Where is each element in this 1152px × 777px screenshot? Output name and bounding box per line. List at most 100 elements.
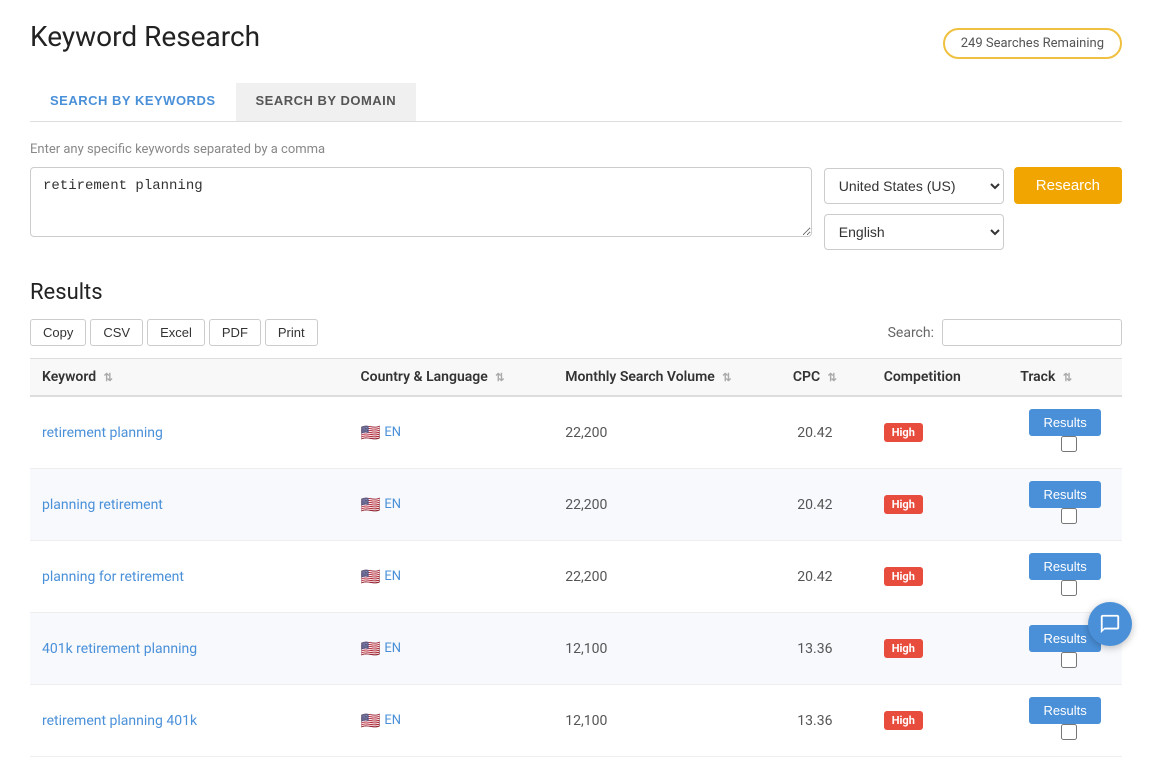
keyword-link[interactable]: retirement planning 401k [42, 713, 197, 729]
keyword-input[interactable]: retirement planning [30, 167, 812, 237]
cell-country: 🇺🇸 EN [349, 396, 554, 469]
tab-search-by-keywords[interactable]: SEARCH BY KEYWORDS [30, 83, 236, 121]
table-row: 401k retirement planning 🇺🇸 EN 12,100 13… [30, 613, 1122, 685]
col-header-track: Track ⇅ [1008, 359, 1122, 397]
cell-country: 🇺🇸 EN [349, 541, 554, 613]
flag-language: 🇺🇸 EN [361, 639, 402, 658]
tab-search-by-domain[interactable]: SEARCH BY DOMAIN [236, 83, 417, 121]
copy-button[interactable]: Copy [30, 319, 86, 346]
track-checkbox[interactable] [1061, 580, 1077, 596]
table-row: retirement planning 401k 🇺🇸 EN 12,100 13… [30, 685, 1122, 757]
cell-volume: 22,200 [553, 541, 758, 613]
table-toolbar: Copy CSV Excel PDF Print Search: [30, 319, 1122, 346]
keyword-link[interactable]: planning for retirement [42, 569, 184, 585]
cell-keyword: planning for retirement [30, 541, 349, 613]
flag-language: 🇺🇸 EN [361, 423, 402, 442]
cell-cpc: 13.36 [758, 613, 872, 685]
country-select[interactable]: United States (US) United Kingdom (GB) C… [824, 168, 1004, 204]
cell-competition: High [872, 685, 1009, 757]
track-checkbox[interactable] [1061, 724, 1077, 740]
col-header-competition: Competition [872, 359, 1009, 397]
results-button[interactable]: Results [1029, 409, 1100, 436]
sort-keyword-icon[interactable]: ⇅ [104, 371, 113, 384]
col-header-country: Country & Language ⇅ [349, 359, 554, 397]
searches-remaining-badge: 249 Searches Remaining [943, 28, 1122, 59]
cell-volume: 22,200 [553, 469, 758, 541]
col-header-keyword: Keyword ⇅ [30, 359, 349, 397]
table-search-label: Search: [888, 325, 934, 341]
flag-emoji: 🇺🇸 [361, 567, 381, 586]
flag-emoji: 🇺🇸 [361, 711, 381, 730]
language-code: EN [384, 425, 401, 440]
top-controls-row: United States (US) United Kingdom (GB) C… [824, 167, 1122, 204]
flag-language: 🇺🇸 EN [361, 711, 402, 730]
track-checkbox[interactable] [1061, 436, 1077, 452]
competition-badge: High [884, 423, 923, 442]
chat-widget[interactable] [1088, 602, 1132, 646]
print-button[interactable]: Print [265, 319, 318, 346]
cell-country: 🇺🇸 EN [349, 613, 554, 685]
cell-volume: 22,200 [553, 396, 758, 469]
cell-competition: High [872, 541, 1009, 613]
results-table: Keyword ⇅ Country & Language ⇅ Monthly S… [30, 358, 1122, 757]
chat-icon [1099, 613, 1121, 635]
cell-track: Results [1008, 469, 1122, 541]
cell-volume: 12,100 [553, 685, 758, 757]
right-controls: United States (US) United Kingdom (GB) C… [824, 167, 1122, 250]
cell-cpc: 20.42 [758, 396, 872, 469]
cell-competition: High [872, 396, 1009, 469]
cell-competition: High [872, 469, 1009, 541]
sort-cpc-icon[interactable]: ⇅ [828, 371, 837, 384]
flag-emoji: 🇺🇸 [361, 423, 381, 442]
cell-country: 🇺🇸 EN [349, 685, 554, 757]
competition-badge: High [884, 495, 923, 514]
cell-track: Results [1008, 396, 1122, 469]
search-area: retirement planning United States (US) U… [30, 167, 1122, 250]
language-code: EN [384, 569, 401, 584]
cell-country: 🇺🇸 EN [349, 469, 554, 541]
cell-keyword: planning retirement [30, 469, 349, 541]
cell-cpc: 20.42 [758, 541, 872, 613]
results-section: Results Copy CSV Excel PDF Print Search:… [30, 280, 1122, 757]
flag-emoji: 🇺🇸 [361, 639, 381, 658]
cell-volume: 12,100 [553, 613, 758, 685]
pdf-button[interactable]: PDF [209, 319, 261, 346]
toolbar-right: Search: [888, 319, 1122, 346]
table-row: planning for retirement 🇺🇸 EN 22,200 20.… [30, 541, 1122, 613]
table-search-input[interactable] [942, 319, 1122, 346]
language-select[interactable]: English Spanish French German [824, 214, 1004, 250]
results-button[interactable]: Results [1029, 481, 1100, 508]
flag-language: 🇺🇸 EN [361, 495, 402, 514]
table-row: retirement planning 🇺🇸 EN 22,200 20.42 H… [30, 396, 1122, 469]
cell-track: Results [1008, 685, 1122, 757]
results-button[interactable]: Results [1029, 697, 1100, 724]
competition-badge: High [884, 711, 923, 730]
cell-keyword: 401k retirement planning [30, 613, 349, 685]
results-title: Results [30, 280, 1122, 305]
sort-track-icon[interactable]: ⇅ [1063, 371, 1072, 384]
competition-badge: High [884, 567, 923, 586]
track-checkbox[interactable] [1061, 508, 1077, 524]
excel-button[interactable]: Excel [147, 319, 205, 346]
col-header-volume: Monthly Search Volume ⇅ [553, 359, 758, 397]
keyword-link[interactable]: retirement planning [42, 425, 163, 441]
cell-keyword: retirement planning 401k [30, 685, 349, 757]
cell-cpc: 13.36 [758, 685, 872, 757]
language-code: EN [384, 641, 401, 656]
keyword-link[interactable]: 401k retirement planning [42, 641, 197, 657]
cell-competition: High [872, 613, 1009, 685]
sort-country-icon[interactable]: ⇅ [495, 371, 504, 384]
tabs-row: SEARCH BY KEYWORDS SEARCH BY DOMAIN [30, 83, 1122, 122]
sort-volume-icon[interactable]: ⇅ [722, 371, 731, 384]
col-header-cpc: CPC ⇅ [758, 359, 872, 397]
page-title: Keyword Research [30, 20, 260, 53]
results-button[interactable]: Results [1029, 553, 1100, 580]
flag-language: 🇺🇸 EN [361, 567, 402, 586]
search-hint: Enter any specific keywords separated by… [30, 142, 1122, 157]
keyword-link[interactable]: planning retirement [42, 497, 163, 513]
research-button[interactable]: Research [1014, 167, 1122, 204]
language-code: EN [384, 497, 401, 512]
csv-button[interactable]: CSV [90, 319, 143, 346]
cell-cpc: 20.42 [758, 469, 872, 541]
cell-keyword: retirement planning [30, 396, 349, 469]
